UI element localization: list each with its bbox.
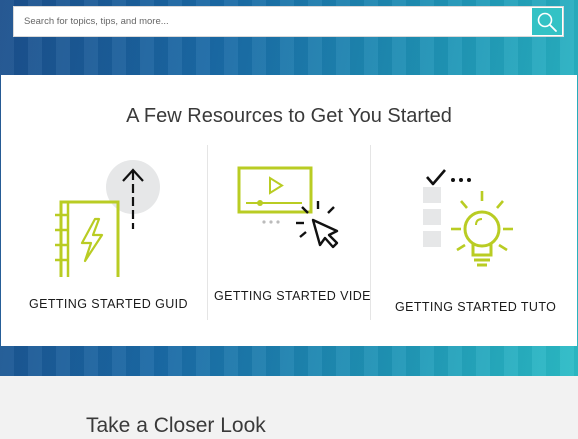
resources-title: A Few Resources to Get You Started	[126, 105, 452, 127]
checklist-lightbulb-icon	[423, 169, 513, 267]
resource-tutorial-label[interactable]: GETTING STARTED TUTO	[395, 300, 556, 314]
resource-guide[interactable]: GETTING STARTED GUID	[1, 145, 206, 320]
search-icon	[537, 12, 557, 32]
closer-look-title: Take a Closer Look	[86, 414, 266, 437]
search-input[interactable]	[14, 7, 529, 36]
video-cursor-icon	[237, 166, 339, 249]
search-bar	[13, 6, 564, 37]
notebook-lightning-icon	[55, 160, 160, 277]
search-button[interactable]	[532, 8, 562, 35]
resource-guide-label[interactable]: GETTING STARTED GUID	[29, 297, 188, 311]
resource-video[interactable]: GETTING STARTED VIDE	[207, 145, 371, 320]
resources-card: A Few Resources to Get You Started GETTI…	[1, 75, 577, 346]
resource-video-label[interactable]: GETTING STARTED VIDE	[214, 289, 371, 303]
resource-tutorial[interactable]: GETTING STARTED TUTO	[370, 145, 578, 320]
